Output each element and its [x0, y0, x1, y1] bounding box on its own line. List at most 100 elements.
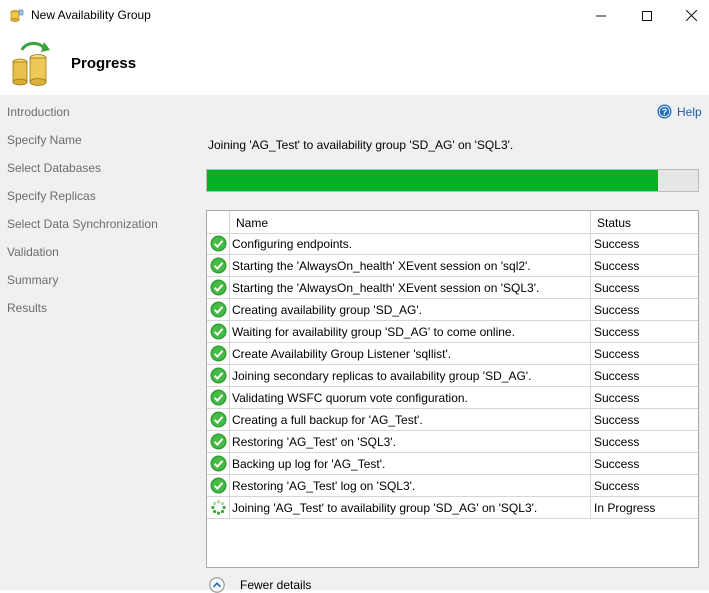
success-check-icon — [210, 433, 227, 450]
row-action-name: Joining secondary replicas to availabili… — [232, 369, 532, 383]
sidebar-item-validation[interactable]: Validation — [7, 245, 59, 259]
row-status: Success — [594, 413, 640, 427]
success-check-icon — [210, 235, 227, 252]
row-status: In Progress — [594, 501, 656, 515]
table-row[interactable]: Starting the 'AlwaysOn_health' XEvent se… — [207, 255, 698, 277]
column-separator — [229, 277, 230, 299]
title-bar: New Availability Group — [0, 0, 709, 31]
row-action-name: Restoring 'AG_Test' log on 'SQL3'. — [232, 479, 416, 493]
table-row[interactable]: Restoring 'AG_Test' log on 'SQL3'. Succes… — [207, 475, 698, 497]
row-action-name: Create Availability Group Listener 'sqll… — [232, 347, 452, 361]
column-separator — [229, 343, 230, 365]
window-title: New Availability Group — [31, 8, 151, 22]
row-status: Success — [594, 259, 640, 273]
svg-text:?: ? — [662, 107, 668, 117]
progress-bar-fill — [207, 170, 658, 191]
sidebar-item-select-databases[interactable]: Select Databases — [7, 161, 101, 175]
sidebar-item-select-data-synchronization[interactable]: Select Data Synchronization — [7, 217, 158, 231]
column-separator — [590, 321, 591, 343]
row-status: Success — [594, 457, 640, 471]
table-row[interactable]: Joining 'AG_Test' to availability group … — [207, 497, 698, 519]
sidebar-item-summary[interactable]: Summary — [7, 273, 58, 287]
row-action-name: Validating WSFC quorum vote configuratio… — [232, 391, 468, 405]
page-title: Progress — [71, 55, 137, 72]
success-check-icon — [210, 301, 227, 318]
success-check-icon — [210, 477, 227, 494]
row-action-name: Backing up log for 'AG_Test'. — [232, 457, 386, 471]
success-check-icon — [210, 345, 227, 362]
row-status: Success — [594, 347, 640, 361]
fewer-details-toggle[interactable]: Fewer details — [209, 577, 311, 593]
column-separator — [590, 431, 591, 453]
table-row[interactable]: Creating a full backup for 'AG_Test'. Suc… — [207, 409, 698, 431]
row-status: Success — [594, 435, 640, 449]
column-separator — [229, 211, 230, 233]
row-action-name: Creating a full backup for 'AG_Test'. — [232, 413, 423, 427]
table-row[interactable]: Create Availability Group Listener 'sqll… — [207, 343, 698, 365]
row-status: Success — [594, 303, 640, 317]
progress-grid: Name Status Configuring endpoints. Succes… — [206, 210, 699, 568]
wizard-header: Progress — [0, 31, 709, 95]
column-separator — [590, 255, 591, 277]
column-separator — [590, 211, 591, 233]
row-status: Success — [594, 325, 640, 339]
column-separator — [590, 277, 591, 299]
column-separator — [229, 387, 230, 409]
help-link[interactable]: ? Help — [657, 104, 702, 119]
column-separator — [229, 365, 230, 387]
wizard-sidebar: Introduction Specify Name Select Databas… — [0, 95, 190, 590]
column-separator — [229, 255, 230, 277]
success-check-icon — [210, 367, 227, 384]
column-separator — [229, 299, 230, 321]
row-status: Success — [594, 479, 640, 493]
availability-group-icon — [12, 41, 50, 86]
row-action-name: Configuring endpoints. — [232, 237, 353, 251]
row-action-name: Starting the 'AlwaysOn_health' XEvent se… — [232, 281, 540, 295]
table-row[interactable]: Backing up log for 'AG_Test'. Success — [207, 453, 698, 475]
maximize-button[interactable] — [624, 0, 670, 31]
column-separator — [590, 343, 591, 365]
sidebar-item-specify-name[interactable]: Specify Name — [7, 133, 82, 147]
column-separator — [229, 321, 230, 343]
table-row[interactable]: Restoring 'AG_Test' on 'SQL3'. Success — [207, 431, 698, 453]
row-status: Success — [594, 281, 640, 295]
success-check-icon — [210, 455, 227, 472]
sidebar-item-introduction[interactable]: Introduction — [7, 105, 70, 119]
minimize-icon — [596, 15, 606, 16]
minimize-button[interactable] — [578, 0, 624, 31]
row-action-name: Creating availability group 'SD_AG'. — [232, 303, 423, 317]
table-row[interactable]: Starting the 'AlwaysOn_health' XEvent se… — [207, 277, 698, 299]
column-separator — [229, 475, 230, 497]
table-row[interactable]: Validating WSFC quorum vote configuratio… — [207, 387, 698, 409]
in-progress-spinner-icon — [211, 500, 226, 515]
row-action-name: Starting the 'AlwaysOn_health' XEvent se… — [232, 259, 531, 273]
table-row[interactable]: Creating availability group 'SD_AG'. Succ… — [207, 299, 698, 321]
success-check-icon — [210, 411, 227, 428]
close-button[interactable] — [668, 0, 709, 31]
close-icon — [685, 10, 697, 21]
row-status: Success — [594, 369, 640, 383]
success-check-icon — [210, 389, 227, 406]
table-row[interactable]: Joining secondary replicas to availabili… — [207, 365, 698, 387]
table-row[interactable]: Waiting for availability group 'SD_AG' t… — [207, 321, 698, 343]
sidebar-item-results[interactable]: Results — [7, 301, 47, 315]
status-message: Joining 'AG_Test' to availability group … — [208, 138, 514, 152]
column-separator — [590, 453, 591, 475]
success-check-icon — [210, 323, 227, 340]
sidebar-item-specify-replicas[interactable]: Specify Replicas — [7, 189, 96, 203]
column-separator — [590, 409, 591, 431]
row-status: Success — [594, 391, 640, 405]
column-separator — [590, 365, 591, 387]
table-row[interactable]: Configuring endpoints. Success — [207, 233, 698, 255]
row-status: Success — [594, 237, 640, 251]
column-separator — [590, 233, 591, 255]
column-separator — [229, 453, 230, 475]
help-label[interactable]: Help — [677, 105, 702, 119]
column-separator — [229, 409, 230, 431]
column-separator — [229, 431, 230, 453]
row-action-name: Waiting for availability group 'SD_AG' t… — [232, 325, 515, 339]
column-header-status[interactable]: Status — [597, 216, 631, 230]
success-check-icon — [210, 257, 227, 274]
row-action-name: Restoring 'AG_Test' on 'SQL3'. — [232, 435, 396, 449]
column-header-name[interactable]: Name — [236, 216, 268, 230]
